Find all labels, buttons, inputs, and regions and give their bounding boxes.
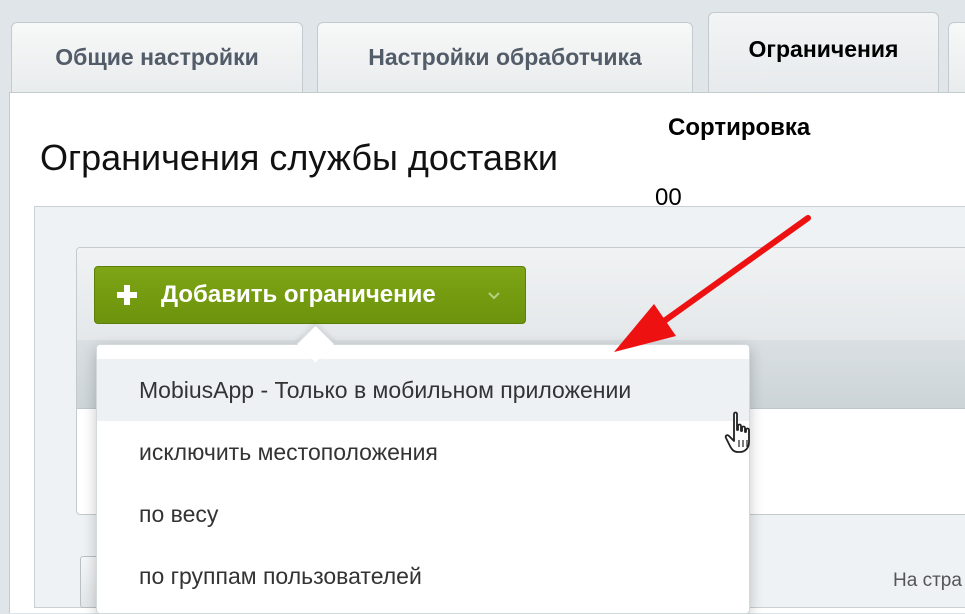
tab-general-settings[interactable]: Общие настройки xyxy=(11,22,303,92)
dropdown-item-by-weight[interactable]: по весу xyxy=(97,483,749,545)
pager-label: На стра xyxy=(893,570,962,591)
dropdown-item-by-user-groups[interactable]: по группам пользователей xyxy=(97,545,749,607)
tab-label: Общие настройки xyxy=(55,44,259,70)
add-restriction-label: Добавить ограничение xyxy=(161,281,436,308)
tab-partial[interactable] xyxy=(948,22,965,92)
dropdown-item-label: по весу xyxy=(139,500,219,527)
tab-handler-settings[interactable]: Настройки обработчика xyxy=(317,22,693,92)
restriction-type-dropdown: MobiusApp - Только в мобильном приложени… xyxy=(96,344,750,614)
dropdown-item-exclude-locations[interactable]: исключить местоположения xyxy=(97,421,749,483)
plus-icon xyxy=(117,285,137,305)
dropdown-item-label: исключить местоположения xyxy=(139,438,438,465)
dropdown-item-mobiusapp[interactable]: MobiusApp - Только в мобильном приложени… xyxy=(97,359,749,421)
dropdown-item-label: MobiusApp - Только в мобильном приложени… xyxy=(139,376,632,403)
add-restriction-button[interactable]: Добавить ограничение xyxy=(94,266,526,324)
tab-label: Настройки обработчика xyxy=(368,44,642,70)
hand-cursor-icon xyxy=(724,411,750,453)
tab-label: Ограничения xyxy=(748,36,899,62)
chevron-down-icon[interactable] xyxy=(487,289,501,303)
sort-cell-value: 00 xyxy=(655,184,682,211)
dropdown-item-label: по группам пользователей xyxy=(139,562,422,589)
tab-restrictions[interactable]: Ограничения xyxy=(708,12,939,94)
sort-column-header[interactable]: Сортировка xyxy=(668,114,810,142)
page-title: Ограничения службы доставки xyxy=(40,137,558,178)
